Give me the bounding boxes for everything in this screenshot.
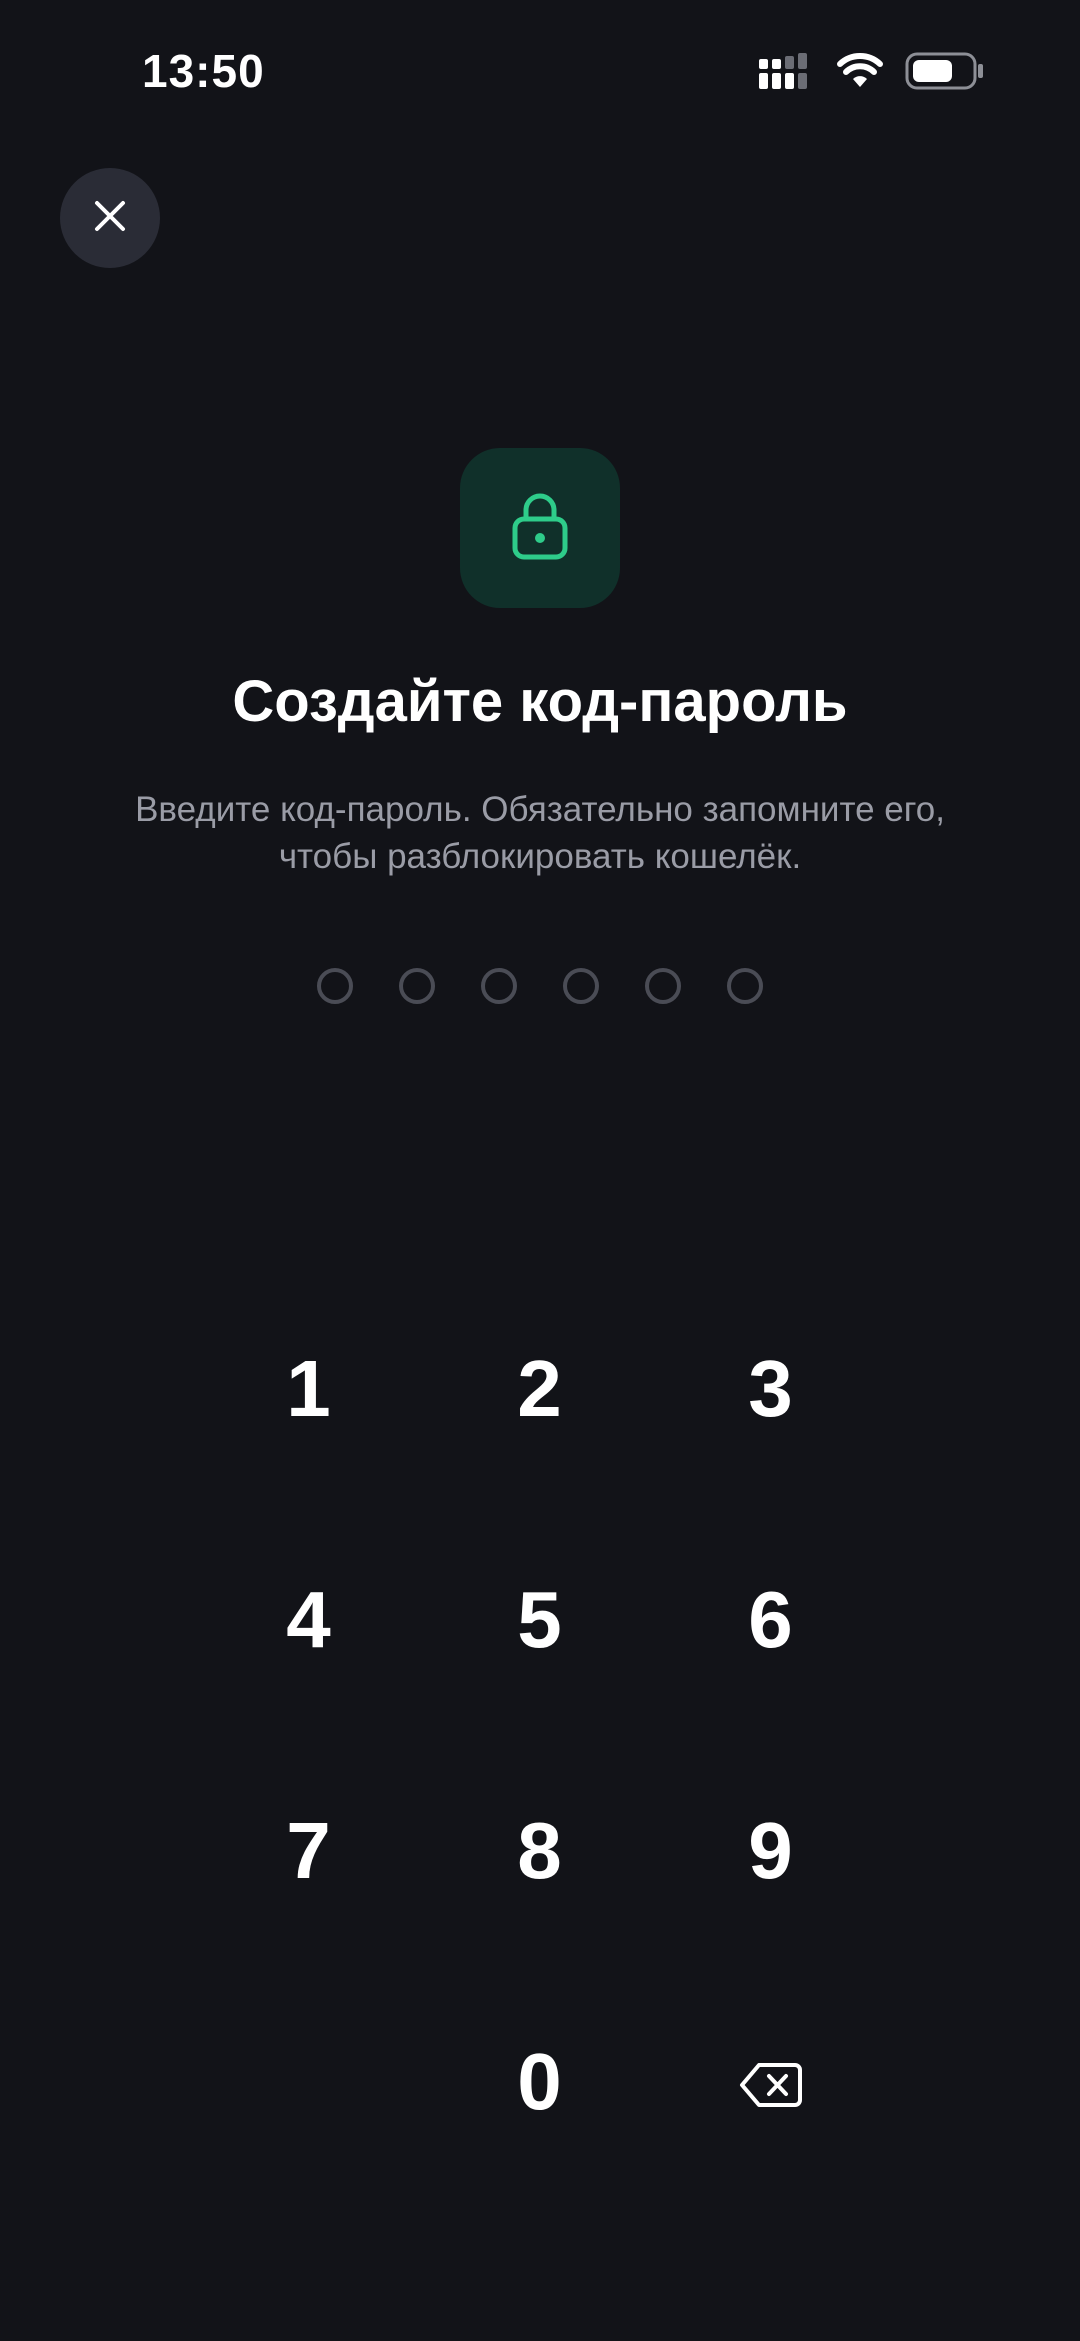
passcode-dot bbox=[645, 968, 681, 1004]
keypad: 1 2 3 4 5 6 7 8 9 0 bbox=[193, 1273, 887, 2197]
signal-icon bbox=[759, 53, 815, 94]
key-6[interactable]: 6 bbox=[655, 1504, 886, 1735]
key-8[interactable]: 8 bbox=[424, 1735, 655, 1966]
lock-badge bbox=[460, 448, 620, 608]
key-empty bbox=[193, 1966, 424, 2197]
status-bar: 13:50 bbox=[0, 0, 1080, 140]
key-0[interactable]: 0 bbox=[424, 1966, 655, 2197]
subtitle-line-2: чтобы разблокировать кошелёк. bbox=[278, 837, 802, 876]
key-2[interactable]: 2 bbox=[424, 1273, 655, 1504]
page-title: Создайте код-пароль bbox=[232, 669, 848, 734]
backspace-button[interactable] bbox=[655, 1966, 886, 2197]
close-button[interactable] bbox=[60, 168, 160, 268]
status-time: 13:50 bbox=[142, 45, 265, 97]
key-7[interactable]: 7 bbox=[193, 1735, 424, 1966]
close-icon bbox=[92, 198, 128, 239]
lock-icon bbox=[510, 491, 570, 566]
wifi-icon bbox=[837, 53, 883, 94]
passcode-dot bbox=[399, 968, 435, 1004]
key-3[interactable]: 3 bbox=[655, 1273, 886, 1504]
key-9[interactable]: 9 bbox=[655, 1735, 886, 1966]
passcode-dots bbox=[0, 968, 1080, 1004]
battery-icon bbox=[905, 52, 985, 95]
subtitle-line-1: Введите код-пароль. Обязательно запомнит… bbox=[135, 790, 945, 829]
status-icons bbox=[759, 52, 985, 95]
page-subtitle: Введите код-пароль. Обязательно запомнит… bbox=[70, 786, 1010, 880]
passcode-dot bbox=[727, 968, 763, 1004]
passcode-dot bbox=[481, 968, 517, 1004]
key-1[interactable]: 1 bbox=[193, 1273, 424, 1504]
key-4[interactable]: 4 bbox=[193, 1504, 424, 1735]
passcode-dot bbox=[317, 968, 353, 1004]
key-5[interactable]: 5 bbox=[424, 1504, 655, 1735]
backspace-icon bbox=[739, 2036, 803, 2128]
passcode-dot bbox=[563, 968, 599, 1004]
